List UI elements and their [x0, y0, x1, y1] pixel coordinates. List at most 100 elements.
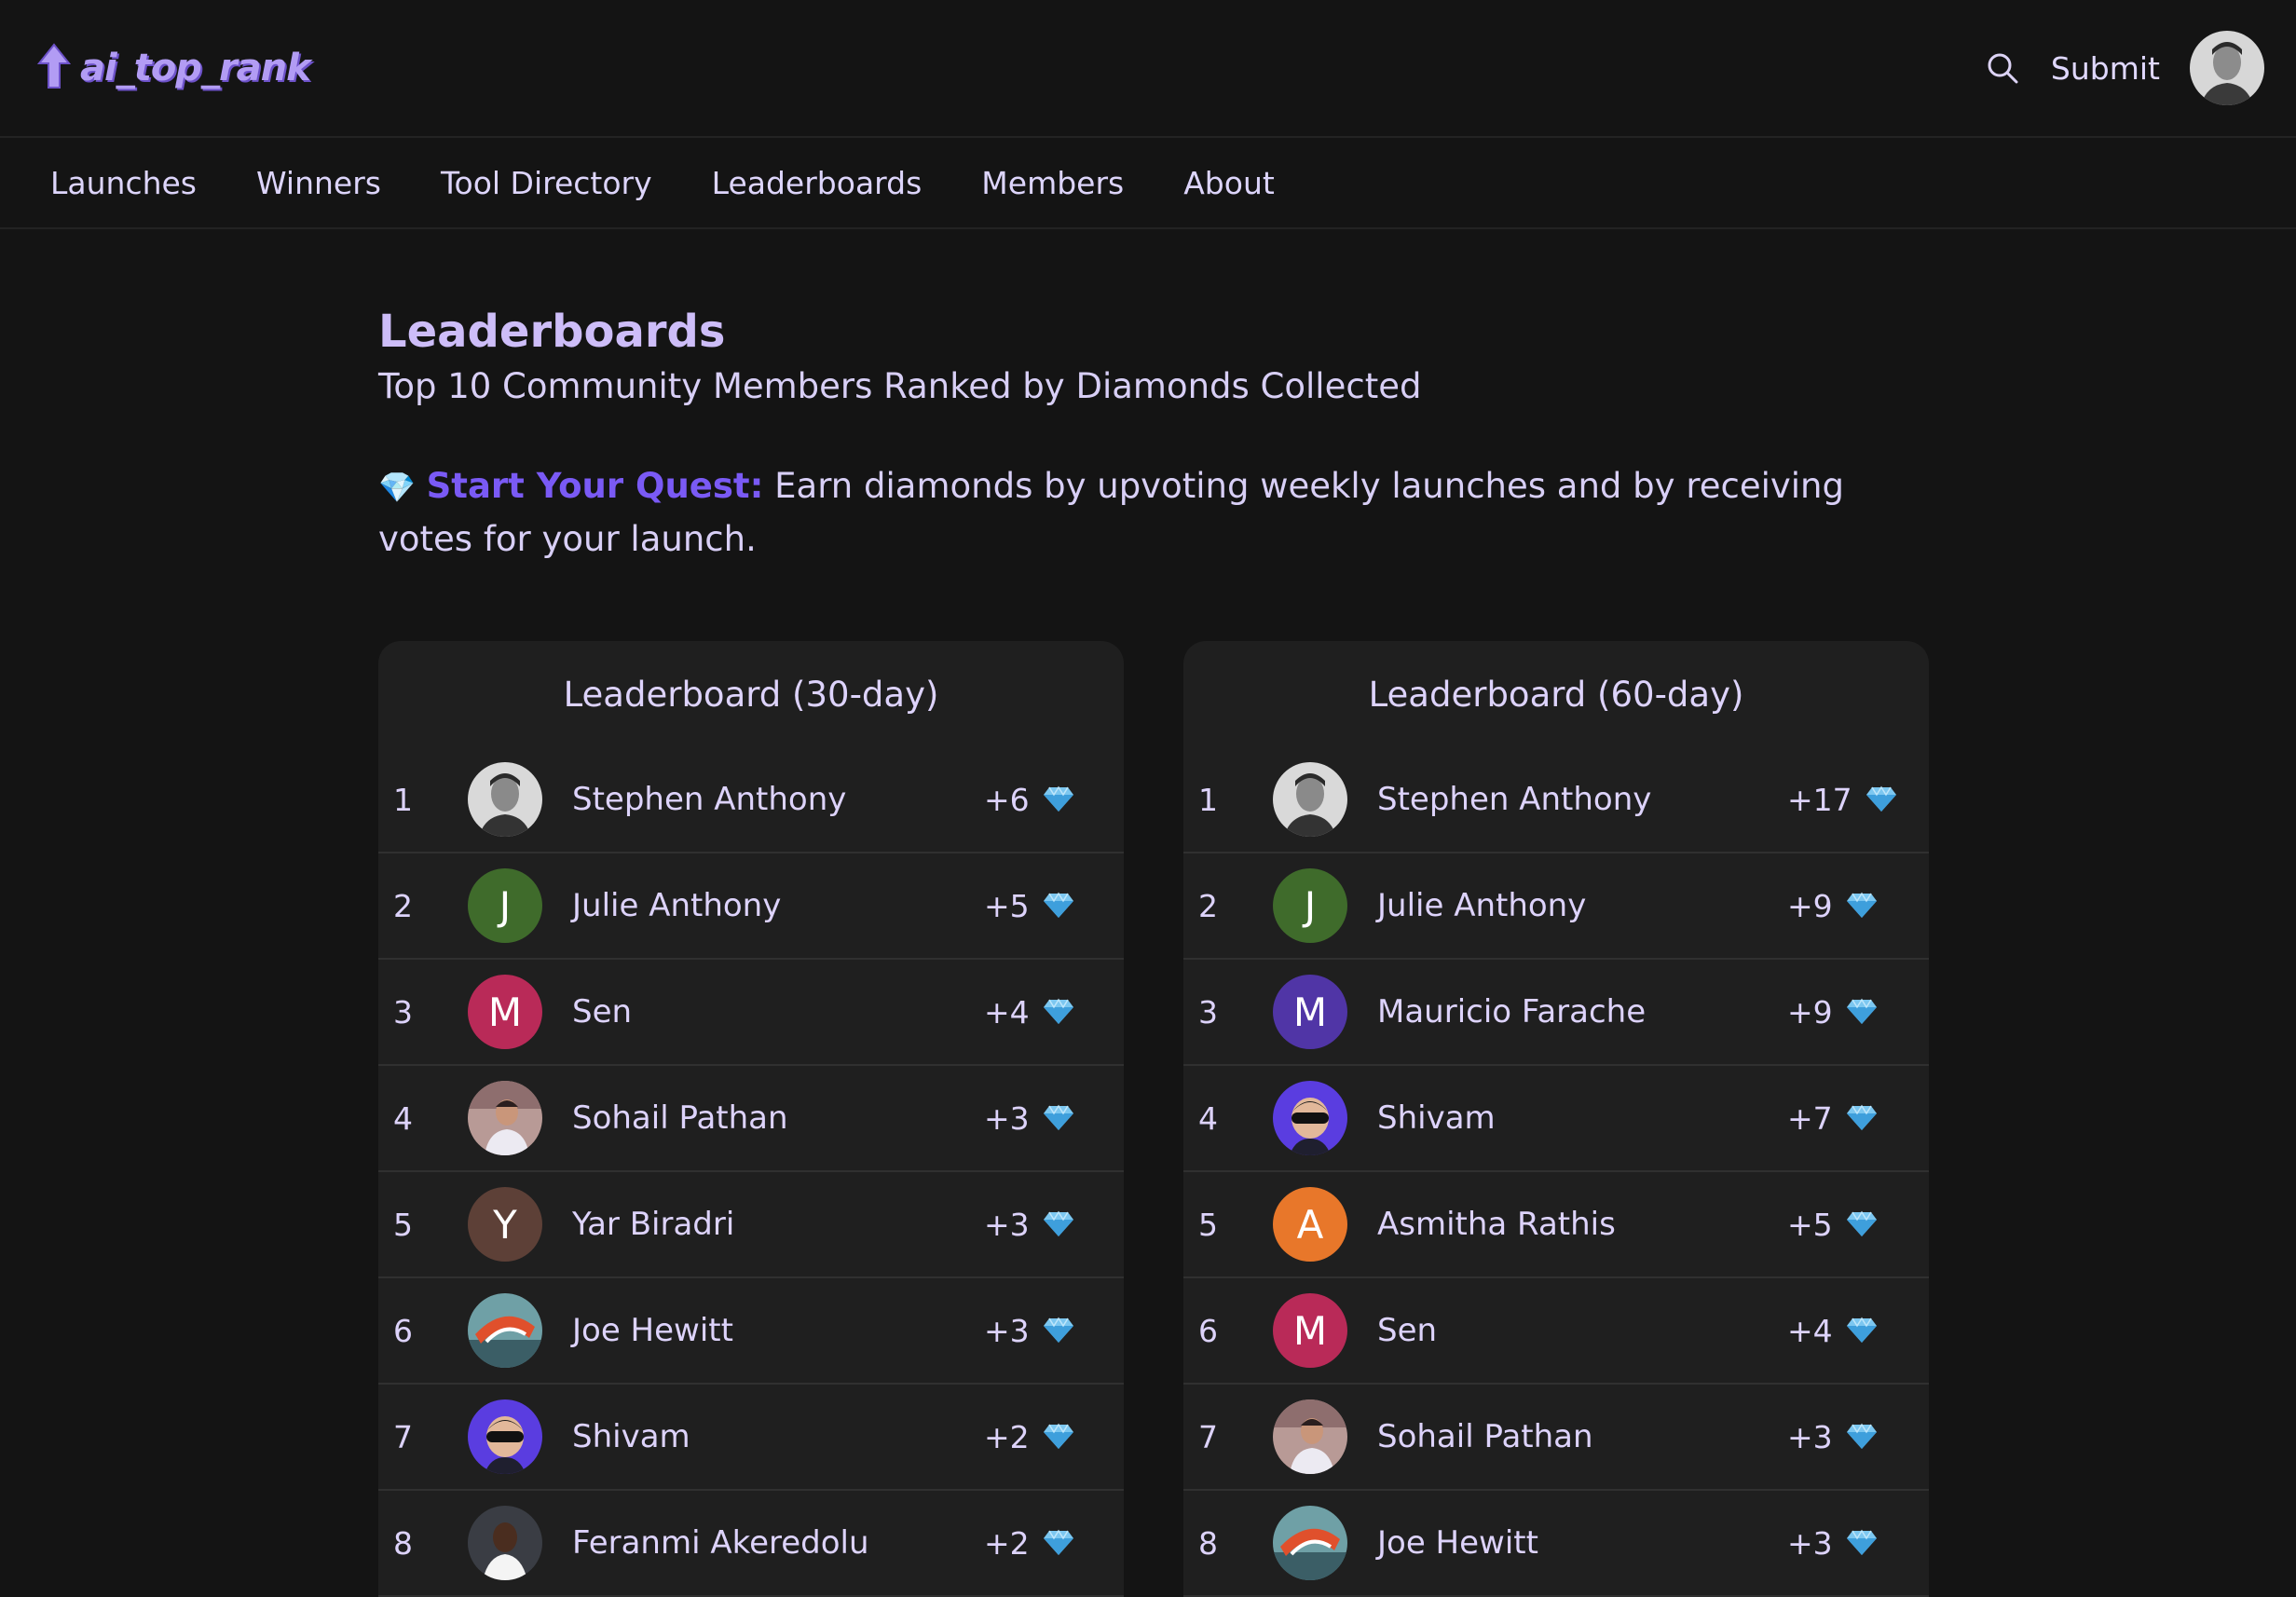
rank-number: 6	[1198, 1312, 1218, 1349]
member-avatar[interactable]	[1273, 1399, 1347, 1474]
member-name[interactable]: Stephen Anthony	[1377, 781, 1651, 818]
member-avatar[interactable]: J	[1273, 868, 1347, 943]
score-value: +2	[984, 1524, 1030, 1562]
leaderboard-row[interactable]: 7 Sohail Pathan +3	[1183, 1385, 1929, 1491]
member-name[interactable]: Joe Hewitt	[572, 1312, 733, 1349]
nav-about[interactable]: About	[1183, 165, 1275, 201]
member-name[interactable]: Sohail Pathan	[572, 1099, 788, 1137]
leaderboard-row[interactable]: 4 Sohail Pathan +3	[378, 1066, 1124, 1172]
member-avatar[interactable]	[468, 1081, 542, 1155]
leaderboard-row[interactable]: 6 M Sen +4	[1183, 1278, 1929, 1385]
rank-number: 8	[1198, 1524, 1218, 1562]
diamond-icon	[1043, 1317, 1074, 1344]
leaderboard-row[interactable]: 2 J Julie Anthony +9	[1183, 853, 1929, 960]
score-value: +9	[1787, 887, 1833, 924]
diamond-score: +3	[984, 1313, 1074, 1349]
nav-members[interactable]: Members	[981, 165, 1124, 201]
member-name[interactable]: Julie Anthony	[1377, 887, 1586, 924]
user-avatar[interactable]	[2190, 31, 2264, 105]
member-name[interactable]: Yar Biradri	[572, 1206, 734, 1243]
member-name[interactable]: Feranmi Akeredolu	[572, 1524, 869, 1562]
score-value: +4	[984, 993, 1030, 1031]
member-name[interactable]: Julie Anthony	[572, 887, 781, 924]
diamond-score: +3	[1787, 1419, 1878, 1455]
nav-winners[interactable]: Winners	[256, 165, 381, 201]
score-value: +17	[1787, 781, 1852, 818]
member-avatar[interactable]: M	[1273, 1293, 1347, 1368]
nav-tool-directory[interactable]: Tool Directory	[441, 165, 652, 201]
leaderboard-row[interactable]: 5 A Asmitha Rathis +5	[1183, 1172, 1929, 1278]
leaderboard-row[interactable]: 8 Feranmi Akeredolu +2	[378, 1491, 1124, 1597]
member-avatar[interactable]: Y	[468, 1187, 542, 1262]
member-name[interactable]: Mauricio Farache	[1377, 993, 1646, 1031]
board-title: Leaderboard (60-day)	[1368, 674, 1744, 715]
member-name[interactable]: Shivam	[1377, 1099, 1496, 1137]
leaderboard-row[interactable]: 1 Stephen Anthony +17	[1183, 747, 1929, 853]
diamond-icon	[1043, 1423, 1074, 1451]
rank-number: 2	[1198, 887, 1218, 924]
board-title: Leaderboard (30-day)	[563, 674, 939, 715]
member-avatar[interactable]: M	[468, 975, 542, 1049]
diamond-score: +4	[984, 994, 1074, 1031]
member-name[interactable]: Stephen Anthony	[572, 781, 846, 818]
score-value: +4	[1787, 1312, 1833, 1349]
diamond-score: +3	[984, 1100, 1074, 1137]
diamond-score: +9	[1787, 888, 1878, 924]
leaderboard-row[interactable]: 4 Shivam +7	[1183, 1066, 1929, 1172]
diamond-score: +3	[984, 1207, 1074, 1243]
brand-logo[interactable]: ai_top_rank	[36, 43, 311, 93]
member-avatar[interactable]	[468, 1399, 542, 1474]
leaderboard-row[interactable]: 2 J Julie Anthony +5	[378, 853, 1124, 960]
rank-number: 2	[393, 887, 413, 924]
member-avatar[interactable]: M	[1273, 975, 1347, 1049]
member-avatar[interactable]	[1273, 1506, 1347, 1580]
leaderboard-30-day: Leaderboard (30-day) 1 Stephen Anthony +6 2…	[378, 641, 1124, 1597]
diamond-icon	[1043, 1104, 1074, 1132]
diamond-score: +7	[1787, 1100, 1878, 1137]
rank-number: 5	[1198, 1206, 1218, 1243]
submit-button[interactable]: Submit	[2051, 50, 2160, 87]
rank-number: 7	[1198, 1418, 1218, 1455]
member-avatar[interactable]	[468, 1506, 542, 1580]
diamond-score: +2	[984, 1419, 1074, 1455]
rank-number: 1	[1198, 781, 1218, 818]
member-avatar[interactable]	[1273, 1081, 1347, 1155]
member-avatar[interactable]	[468, 1293, 542, 1368]
leaderboard-row[interactable]: 3 M Sen +4	[378, 960, 1124, 1066]
rank-number: 4	[1198, 1099, 1218, 1137]
rank-number: 1	[393, 781, 413, 818]
leaderboard-row[interactable]: 3 M Mauricio Farache +9	[1183, 960, 1929, 1066]
nav-leaderboards[interactable]: Leaderboards	[712, 165, 922, 201]
rank-number: 4	[393, 1099, 413, 1137]
leaderboard-60-day: Leaderboard (60-day) 1 Stephen Anthony +17…	[1183, 641, 1929, 1597]
leaderboard-row[interactable]: 7 Shivam +2	[378, 1385, 1124, 1491]
member-name[interactable]: Sen	[1377, 1312, 1437, 1349]
diamond-score: +9	[1787, 994, 1878, 1031]
leaderboard-row[interactable]: 5 Y Yar Biradri +3	[378, 1172, 1124, 1278]
member-name[interactable]: Sohail Pathan	[1377, 1418, 1593, 1455]
member-avatar[interactable]: A	[1273, 1187, 1347, 1262]
diamond-score: +5	[1787, 1207, 1878, 1243]
quest-banner: 💎 Start Your Quest: Earn diamonds by upv…	[378, 460, 1927, 566]
member-name[interactable]: Sen	[572, 993, 632, 1031]
member-name[interactable]: Shivam	[572, 1418, 690, 1455]
diamond-icon	[1846, 1529, 1878, 1557]
nav-launches[interactable]: Launches	[50, 165, 197, 201]
leaderboard-row[interactable]: 1 Stephen Anthony +6	[378, 747, 1124, 853]
diamond-score: +2	[984, 1525, 1074, 1562]
page-subtitle: Top 10 Community Members Ranked by Diamo…	[378, 365, 1422, 406]
leaderboard-row[interactable]: 6 Joe Hewitt +3	[378, 1278, 1124, 1385]
member-avatar[interactable]	[1273, 762, 1347, 837]
member-avatar[interactable]: J	[468, 868, 542, 943]
rank-number: 3	[1198, 993, 1218, 1031]
search-icon[interactable]	[1984, 49, 2021, 87]
leaderboard-row[interactable]: 8 Joe Hewitt +3	[1183, 1491, 1929, 1597]
diamond-icon	[1866, 785, 1897, 813]
score-value: +9	[1787, 993, 1833, 1031]
score-value: +3	[1787, 1524, 1833, 1562]
diamond-icon	[1043, 1210, 1074, 1238]
member-name[interactable]: Joe Hewitt	[1377, 1524, 1538, 1562]
member-avatar[interactable]	[468, 762, 542, 837]
member-name[interactable]: Asmitha Rathis	[1377, 1206, 1616, 1243]
diamond-icon: 💎	[378, 469, 416, 505]
